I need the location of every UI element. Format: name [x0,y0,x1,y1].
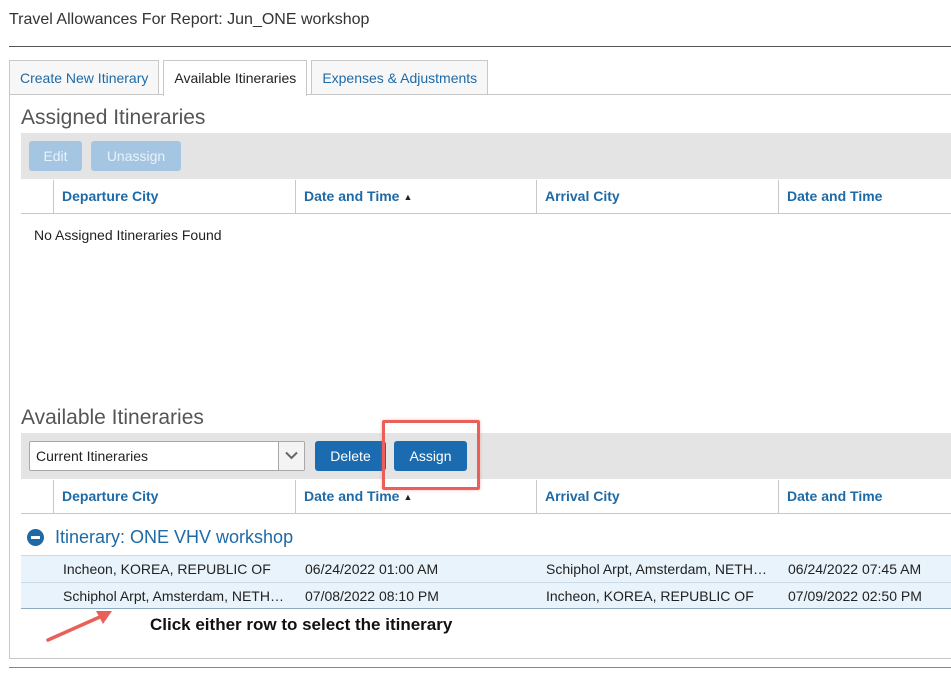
itinerary-group-label: Itinerary: ONE VHV workshop [55,527,294,547]
chevron-down-icon[interactable] [278,442,304,470]
itinerary-row[interactable]: Incheon, KOREA, REPUBLIC OF 06/24/2022 0… [21,555,951,582]
collapse-icon[interactable] [27,529,44,546]
column-header-arrival-city[interactable]: Arrival City [536,180,778,213]
arrival-time-cell: 06/24/2022 07:45 AM [788,561,922,577]
title-divider [9,46,951,47]
available-grid-header: Departure City Date and Time ▲ Arrival Ci… [21,480,951,514]
column-header-arrival-date[interactable]: Date and Time [778,180,951,213]
itinerary-group-row[interactable]: Itinerary: ONE VHV workshop [21,523,951,555]
tab-create-new-itinerary[interactable]: Create New Itinerary [9,60,160,95]
unassign-button[interactable]: Unassign [91,141,181,171]
column-header-departure-city[interactable]: Departure City [53,480,295,513]
bottom-divider [9,667,951,668]
page-title: Travel Allowances For Report: Jun_ONE wo… [9,11,370,28]
departure-time-cell: 06/24/2022 01:00 AM [305,561,439,577]
assigned-section-title: Assigned Itineraries [21,106,206,129]
delete-button[interactable]: Delete [315,441,386,471]
sort-ascending-icon: ▲ [403,492,413,502]
column-header-arrival-date[interactable]: Date and Time [778,480,951,513]
arrival-time-cell: 07/09/2022 02:50 PM [788,588,922,604]
available-section-title: Available Itineraries [21,406,204,429]
departure-city-cell: Incheon, KOREA, REPUBLIC OF [63,561,271,577]
tab-available-itineraries[interactable]: Available Itineraries [163,60,308,96]
column-header-departure-city[interactable]: Departure City [53,180,295,213]
edit-button[interactable]: Edit [29,141,82,171]
annotation-arrow-icon [46,611,112,642]
column-header-departure-date[interactable]: Date and Time ▲ [295,180,537,213]
tab-expenses-adjustments[interactable]: Expenses & Adjustments [311,60,489,95]
column-header-arrival-city[interactable]: Arrival City [536,480,778,513]
assigned-grid-header: Departure City Date and Time ▲ Arrival Ci… [21,180,951,214]
sort-ascending-icon: ▲ [403,192,413,202]
assigned-toolbar: Edit Unassign [21,133,951,179]
column-header-departure-date[interactable]: Date and Time ▲ [295,480,537,513]
annotation-text: Click either row to select the itinerary [150,615,453,634]
itinerary-filter-select[interactable]: Current Itineraries [29,441,305,471]
empty-state-message: No Assigned Itineraries Found [34,227,222,243]
departure-time-cell: 07/08/2022 08:10 PM [305,588,439,604]
itinerary-filter-value: Current Itineraries [36,448,149,464]
arrival-city-cell: Schiphol Arpt, Amsterdam, NETHERLANDS [546,561,772,577]
tab-bar: Create New Itinerary Available Itinerari… [9,60,492,96]
arrival-city-cell: Incheon, KOREA, REPUBLIC OF [546,588,754,604]
itinerary-row[interactable]: Schiphol Arpt, Amsterdam, NETHERLANDS 07… [21,582,951,609]
